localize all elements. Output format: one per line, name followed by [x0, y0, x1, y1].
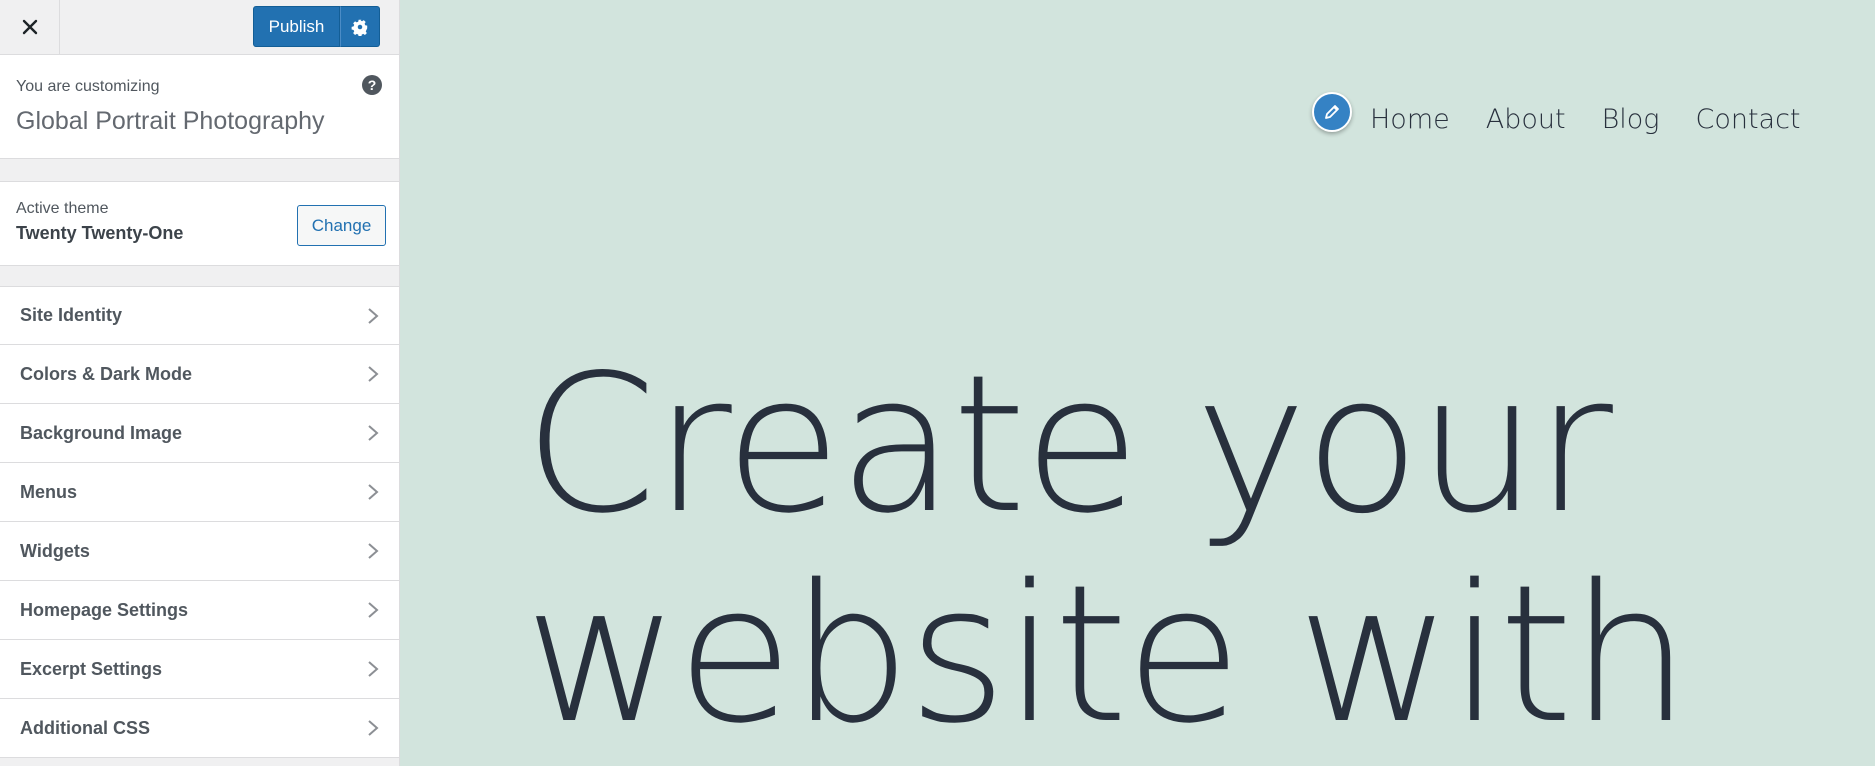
customizing-info: You are customizing Global Portrait Phot… [0, 55, 399, 159]
section-label: Menus [20, 481, 78, 502]
hero-line: Create your [524, 334, 1613, 555]
nav-link-home[interactable]: Home [1370, 104, 1450, 135]
section-label: Background Image [20, 422, 183, 443]
section-label: Widgets [20, 540, 90, 561]
section-label: Homepage Settings [20, 599, 189, 620]
section-background-image[interactable]: Background Image [0, 404, 399, 463]
edit-menu-shortcut[interactable] [1312, 92, 1352, 132]
chevron-right-icon [368, 307, 379, 324]
site-title: Global Portrait Photography [16, 107, 325, 135]
chevron-right-icon [368, 661, 379, 677]
section-label: Site Identity [20, 305, 123, 325]
customizing-label: You are customizing [16, 78, 160, 95]
nav-link-contact[interactable]: Contact [1695, 104, 1800, 135]
section-label: Colors & Dark Mode [20, 363, 193, 384]
section-label: Additional CSS [20, 717, 150, 738]
active-theme-panel: Active theme Twenty Twenty-One Change [0, 181, 399, 266]
close-icon [22, 19, 37, 35]
hero-line: website with [524, 544, 1691, 765]
publish-group: Publish [253, 6, 380, 47]
pencil-icon [1325, 105, 1339, 119]
primary-navigation: Home About Blog Contact [1370, 104, 1837, 135]
nav-link-blog[interactable]: Blog [1602, 104, 1660, 135]
section-excerpt-settings[interactable]: Excerpt Settings [0, 640, 399, 699]
chevron-right-icon [368, 425, 379, 441]
customizer-header: Publish [0, 0, 399, 55]
publish-settings-button[interactable] [340, 6, 380, 47]
customizer-sidebar: Publish You are customizing Global Portr… [0, 0, 400, 766]
section-homepage-settings[interactable]: Homepage Settings [0, 581, 399, 640]
chevron-right-icon [368, 366, 379, 382]
chevron-right-icon [368, 543, 379, 559]
section-label: Excerpt Settings [20, 658, 163, 679]
close-button[interactable] [0, 0, 60, 54]
gear-icon [351, 19, 368, 36]
nav-link-about[interactable]: About [1486, 104, 1566, 135]
customizer-sections: Site Identity Colors & Dark Mode Backgro… [0, 286, 399, 758]
section-widgets[interactable]: Widgets [0, 522, 399, 581]
chevron-right-icon [368, 484, 379, 500]
hero-heading: Create your website with [524, 334, 1691, 765]
section-additional-css[interactable]: Additional CSS [0, 699, 399, 758]
help-icon[interactable]: ? [362, 75, 382, 95]
chevron-right-icon [368, 602, 379, 618]
section-colors-dark-mode[interactable]: Colors & Dark Mode [0, 345, 399, 404]
chevron-right-icon [368, 720, 379, 736]
active-theme-name: Twenty Twenty-One [16, 223, 184, 243]
change-theme-button[interactable]: Change [297, 205, 386, 246]
active-theme-label: Active theme [16, 200, 109, 217]
publish-button[interactable]: Publish [253, 6, 340, 47]
section-site-identity[interactable]: Site Identity [0, 286, 399, 345]
section-menus[interactable]: Menus [0, 463, 399, 522]
site-preview: Home About Blog Contact Create your webs… [401, 0, 1875, 766]
